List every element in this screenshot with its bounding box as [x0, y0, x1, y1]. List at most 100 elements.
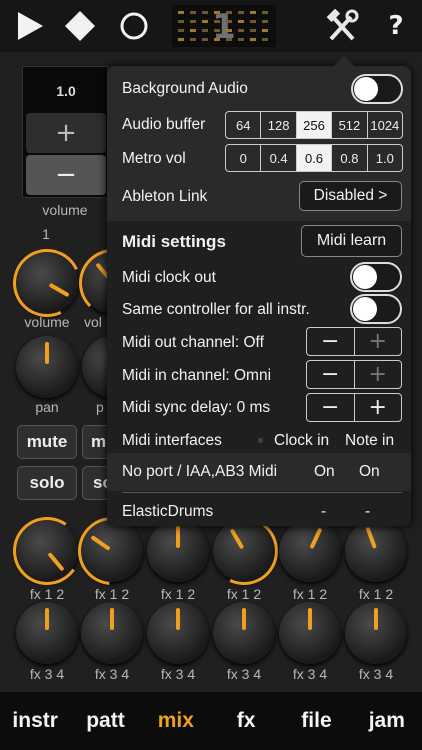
tab-instr[interactable]: instr — [0, 692, 70, 750]
midi-learn-button[interactable]: Midi learn — [301, 225, 402, 257]
fx12-knob-6[interactable] — [345, 520, 407, 582]
stop-button[interactable] — [60, 6, 100, 46]
midi-interfaces-label: Midi interfaces — [122, 432, 222, 449]
pattern-grid[interactable]: 1 — [172, 5, 276, 47]
play-button[interactable] — [10, 6, 50, 46]
tab-patt[interactable]: patt — [70, 692, 140, 750]
midi-in-channel-label: Midi in channel: Omni — [122, 367, 272, 384]
midi-sync-delay-minus[interactable]: − — [307, 394, 354, 421]
midi-port-name-2: ElasticDrums — [122, 503, 214, 520]
pattern-step — [226, 29, 232, 32]
fx12-label-6: fx 1 2 — [358, 586, 394, 602]
fx34-knob-6[interactable] — [345, 602, 407, 664]
fx12-label-2: fx 1 2 — [94, 586, 130, 602]
midi-out-channel-label: Midi out channel: Off — [122, 334, 264, 351]
pattern-step — [238, 38, 244, 41]
play-icon — [18, 12, 43, 40]
fx34-label-2: fx 3 4 — [94, 666, 130, 682]
midi-port-2-note-in[interactable]: - — [365, 503, 370, 521]
pattern-step — [238, 11, 244, 14]
pattern-step — [238, 20, 244, 23]
midi-port-clock-in[interactable]: On — [314, 463, 335, 481]
midi-in-channel-minus[interactable]: − — [307, 361, 354, 388]
volume-knob[interactable] — [3, 239, 91, 327]
pattern-step — [238, 29, 244, 32]
pattern-step — [190, 20, 196, 23]
settings-popup: Background Audio Audio buffer 64 128 256 51… — [107, 56, 411, 526]
midi-port-name: No port / IAA,AB3 Midi — [122, 463, 278, 480]
help-button[interactable]: ? — [376, 6, 416, 46]
midi-in-channel-plus[interactable]: + — [353, 361, 402, 388]
same-controller-label: Same controller for all instr. — [122, 301, 310, 318]
master-volume[interactable]: 1.0 + − — [22, 66, 108, 198]
pattern-step — [214, 29, 220, 32]
toolbar: 1 ? — [0, 0, 422, 52]
ableton-link-button[interactable]: Disabled > — [299, 181, 402, 211]
solo-button[interactable]: solo — [17, 466, 77, 500]
metro-vol-option[interactable]: 1.0 — [366, 145, 402, 171]
midi-out-channel-plus[interactable]: + — [353, 328, 402, 355]
pattern-step — [262, 29, 268, 32]
background-audio-label: Background Audio — [122, 80, 248, 97]
pattern-step — [262, 20, 268, 23]
fx12-label-3: fx 1 2 — [160, 586, 196, 602]
pattern-step — [214, 38, 220, 41]
background-audio-toggle[interactable] — [351, 74, 403, 104]
fx34-knob-4[interactable] — [213, 602, 275, 664]
audio-buffer-option[interactable]: 64 — [226, 112, 260, 138]
midi-in-channel-stepper: − + — [306, 360, 402, 389]
same-controller-toggle[interactable] — [350, 294, 402, 324]
fx34-knob-1[interactable] — [16, 602, 78, 664]
pattern-step — [262, 11, 268, 14]
tools-icon — [326, 9, 359, 41]
midi-sync-delay-stepper: − + — [306, 393, 402, 422]
pattern-step — [202, 11, 208, 14]
pattern-step — [226, 38, 232, 41]
midi-port-2-clock-in[interactable]: - — [321, 503, 326, 521]
midi-sync-delay-plus[interactable]: + — [353, 394, 402, 421]
fx12-knob-5[interactable] — [279, 520, 341, 582]
fx12-knob-2[interactable] — [64, 503, 160, 599]
fx34-knob-3[interactable] — [147, 602, 209, 664]
pan-knob[interactable] — [16, 336, 78, 398]
record-button[interactable] — [114, 6, 154, 46]
pan-knob-label: pan — [35, 399, 59, 415]
metro-vol-label: Metro vol — [122, 150, 186, 167]
metro-vol-option[interactable]: 0.8 — [331, 145, 366, 171]
audio-buffer-option[interactable]: 128 — [260, 112, 295, 138]
pattern-step — [250, 29, 256, 32]
tab-mix[interactable]: mix — [141, 692, 211, 750]
fx34-knob-2[interactable] — [81, 602, 143, 664]
pattern-step — [226, 20, 232, 23]
fx34-knob-5[interactable] — [279, 602, 341, 664]
volume-minus-button[interactable]: − — [26, 155, 106, 195]
audio-buffer-option[interactable]: 1024 — [366, 112, 402, 138]
tab-fx[interactable]: fx — [211, 692, 281, 750]
audio-buffer-option[interactable]: 256 — [295, 112, 332, 138]
pattern-step — [178, 38, 184, 41]
metro-vol-option[interactable]: 0.6 — [295, 145, 332, 171]
midi-settings-heading: Midi settings — [122, 232, 226, 251]
fx12-knob-1[interactable] — [7, 511, 87, 591]
stop-icon — [65, 11, 95, 41]
volume-plus-button[interactable]: + — [26, 113, 106, 153]
pattern-step — [190, 29, 196, 32]
fx12-knob-4[interactable] — [200, 507, 288, 595]
tab-jam[interactable]: jam — [352, 692, 422, 750]
pattern-step — [250, 11, 256, 14]
midi-clock-out-toggle[interactable] — [350, 262, 402, 292]
fx12-knob-3[interactable] — [147, 520, 209, 582]
pattern-step — [190, 11, 196, 14]
ableton-link-label: Ableton Link — [122, 188, 208, 205]
metro-vol-option[interactable]: 0.4 — [260, 145, 295, 171]
midi-out-channel-stepper: − + — [306, 327, 402, 356]
tab-file[interactable]: file — [281, 692, 351, 750]
audio-buffer-option[interactable]: 512 — [331, 112, 366, 138]
metro-vol-option[interactable]: 0 — [226, 145, 260, 171]
settings-button[interactable] — [322, 6, 362, 46]
midi-port-note-in[interactable]: On — [359, 463, 380, 481]
clock-in-column-header: Clock in — [274, 432, 330, 449]
tab-bar: instr patt mix fx file jam — [0, 692, 422, 750]
mute-button[interactable]: mute — [17, 425, 77, 459]
midi-out-channel-minus[interactable]: − — [307, 328, 354, 355]
